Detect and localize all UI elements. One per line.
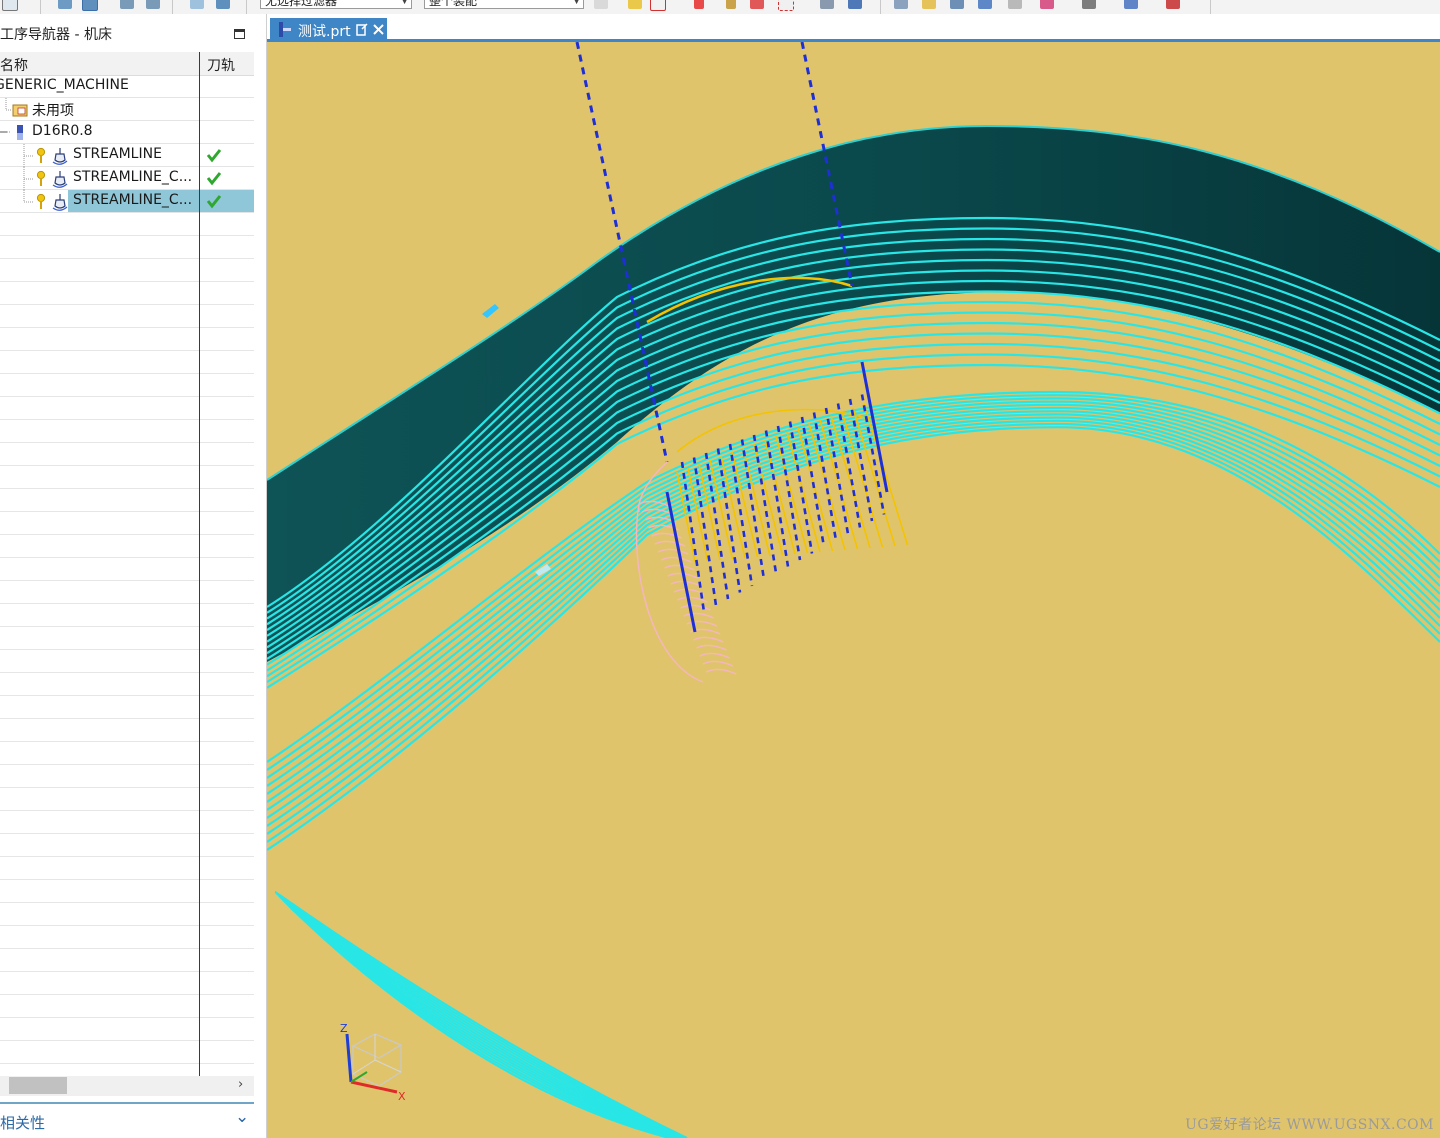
show-toolpath-icon[interactable] xyxy=(190,0,204,9)
program-order-view-icon[interactable] xyxy=(58,0,72,9)
scrollbar-thumb[interactable] xyxy=(9,1077,67,1094)
operation-navigator: 工序导航器 - 机床 名称 刀轨 GENERIC_MACHINE 未用项 D16… xyxy=(0,14,267,1138)
toolbar-separator xyxy=(172,0,173,14)
relations-panel-title: 相关性 xyxy=(0,1114,46,1132)
watermark: UG爱好者论坛 WWW.UGSNX.COM xyxy=(1185,1117,1434,1133)
pan-icon[interactable] xyxy=(978,0,992,9)
toolbar-separator xyxy=(1210,0,1211,14)
cam-scene[interactable]: Z X xyxy=(267,42,1440,1138)
assembly-scope-select[interactable]: 整个装配 ▼ xyxy=(424,0,584,9)
tab-document[interactable]: 测试.prt xyxy=(270,18,387,42)
modified-indicator-icon xyxy=(356,23,368,36)
key-icon xyxy=(36,147,46,163)
shaded-icon[interactable] xyxy=(848,0,862,9)
tree-row-label: STREAMLINE xyxy=(73,146,162,162)
column-header-name[interactable]: 名称 xyxy=(0,55,28,75)
select-feature-icon[interactable] xyxy=(594,0,608,9)
selection-filter-value: 无选择过滤器 xyxy=(265,0,338,8)
tree-row-streamline-copy-selected[interactable]: STREAMLINE_C... xyxy=(0,190,254,213)
toolbar-separator xyxy=(880,0,881,14)
part-file-icon xyxy=(279,22,291,37)
triad-x-label: X xyxy=(398,1090,406,1103)
document-tab-strip: 测试.prt xyxy=(267,14,1440,42)
tree-row-label: STREAMLINE_C... xyxy=(73,192,193,208)
key-icon xyxy=(36,193,46,209)
rotate-icon[interactable] xyxy=(950,0,964,9)
select-face-icon[interactable] xyxy=(650,0,666,11)
verify-toolpath-icon[interactable] xyxy=(1166,0,1180,9)
machine-view-icon[interactable] xyxy=(82,0,98,11)
chevron-down-icon: ▼ xyxy=(573,0,580,6)
operation-icon xyxy=(52,171,68,188)
scroll-right-icon[interactable]: › xyxy=(238,1077,243,1092)
tree-row-tool-d16r0-8[interactable]: D16R0.8 xyxy=(0,121,254,144)
tree-connector-icon xyxy=(5,98,12,111)
hide-toolpath-icon[interactable] xyxy=(216,0,230,9)
collapse-icon[interactable] xyxy=(0,127,10,138)
filter-icon[interactable] xyxy=(628,0,642,9)
column-header-toolpath[interactable]: 刀轨 xyxy=(207,55,235,75)
tab-document-label: 测试.prt xyxy=(298,24,351,40)
cube-icon[interactable] xyxy=(1124,0,1138,9)
midpoint-icon[interactable] xyxy=(750,0,764,9)
geometry-view-icon[interactable] xyxy=(120,0,134,9)
toolbar-separator xyxy=(246,0,247,14)
tree-row-streamline[interactable]: STREAMLINE xyxy=(0,144,254,167)
zoom-icon[interactable] xyxy=(922,0,936,9)
tree-row-streamline-copy[interactable]: STREAMLINE_C... xyxy=(0,167,254,190)
checkmark-icon xyxy=(206,195,222,209)
selection-filter-select[interactable]: 无选择过滤器 ▼ xyxy=(260,0,412,9)
mill-tool-icon xyxy=(17,125,23,140)
tree-row-label: GENERIC_MACHINE xyxy=(0,77,129,93)
endpoint-icon[interactable] xyxy=(726,0,736,9)
method-view-icon[interactable] xyxy=(146,0,160,9)
navigator-title: 工序导航器 - 机床 xyxy=(0,27,112,43)
close-icon[interactable] xyxy=(373,24,384,35)
navigator-header: 名称 刀轨 xyxy=(0,52,254,76)
view-icon[interactable] xyxy=(2,0,18,11)
checkmark-icon xyxy=(206,149,222,163)
key-icon xyxy=(36,170,46,186)
tree-row-label: 未用项 xyxy=(32,103,74,119)
render-style-icon[interactable] xyxy=(820,0,834,9)
tree-connector-icon xyxy=(23,167,34,190)
column-divider[interactable] xyxy=(199,52,200,1090)
tree-row-label: STREAMLINE_C... xyxy=(73,169,193,185)
main-toolbar: 无选择过滤器 ▼ 整个装配 ▼ xyxy=(0,0,1440,15)
chevron-down-icon[interactable]: ⌄ xyxy=(235,1107,249,1127)
empty-row-grid xyxy=(0,213,254,1076)
tree-connector-icon xyxy=(23,190,34,203)
chevron-down-icon: ▼ xyxy=(401,0,408,6)
operation-icon xyxy=(52,194,68,211)
unused-items-folder-icon xyxy=(12,104,28,117)
toolbar-separator xyxy=(40,0,41,14)
tree-connector-icon xyxy=(23,144,34,167)
operation-icon xyxy=(52,148,68,165)
tree-row-generic-machine[interactable]: GENERIC_MACHINE xyxy=(0,75,254,98)
maximize-icon[interactable] xyxy=(234,29,245,39)
checkmark-icon xyxy=(206,172,222,186)
fit-view-icon[interactable] xyxy=(894,0,908,9)
horizontal-scrollbar[interactable]: › xyxy=(0,1076,254,1096)
orient-view-icon[interactable] xyxy=(1008,0,1022,9)
section-view-icon[interactable] xyxy=(1040,0,1054,9)
triad-z-label: Z xyxy=(340,1022,348,1035)
tree-row-unused-items[interactable]: 未用项 xyxy=(0,98,254,121)
relations-panel-header[interactable]: 相关性 ⌄ xyxy=(0,1102,254,1138)
graphics-viewport[interactable]: Z X UG爱好者论坛 WWW.UGSNX.COM xyxy=(267,42,1440,1138)
assembly-scope-value: 整个装配 xyxy=(429,0,478,8)
control-point-icon[interactable] xyxy=(778,0,794,11)
wireframe-icon[interactable] xyxy=(1082,0,1096,9)
tree-row-label: D16R0.8 xyxy=(32,123,93,139)
snap-point-icon[interactable] xyxy=(694,0,704,9)
